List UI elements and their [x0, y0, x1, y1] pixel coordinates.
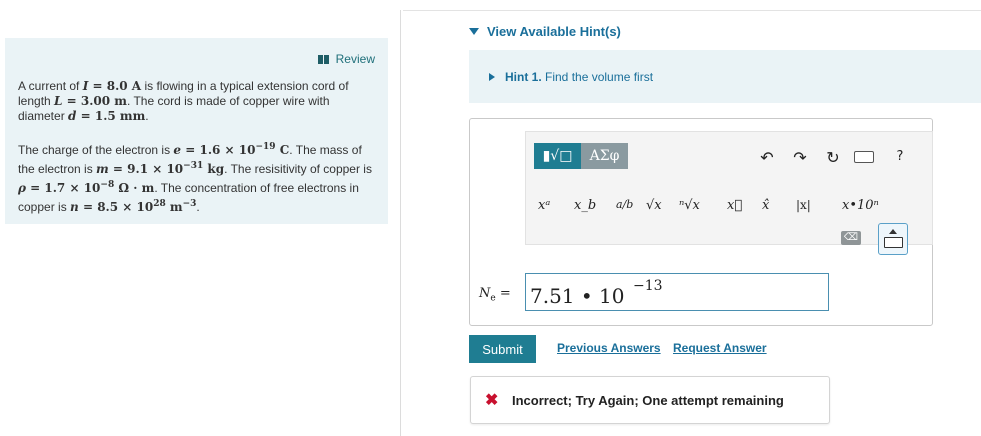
- keyboard-shortcuts-icon[interactable]: [854, 151, 874, 163]
- feedback-box: ✖ Incorrect; Try Again; One attempt rema…: [470, 376, 830, 424]
- subscript-template-button[interactable]: x_b: [574, 198, 596, 213]
- undo-icon[interactable]: ↶: [758, 148, 776, 167]
- equals: =: [62, 94, 81, 108]
- book-icon: [317, 54, 330, 64]
- concentration-exponent: 28: [153, 199, 166, 209]
- caret-up-icon: [889, 229, 897, 234]
- submit-button[interactable]: Submit: [469, 335, 536, 363]
- nth-root-template-button[interactable]: ⁿ√x: [679, 198, 700, 213]
- hint-panel: Hint 1. Find the volume first: [469, 50, 981, 103]
- mass-mantissa: 9.1 × 10: [127, 162, 184, 176]
- equals: =: [88, 79, 107, 93]
- equals: =: [78, 200, 98, 214]
- answer-equals: =: [495, 286, 511, 301]
- answer-label: Ne =: [479, 286, 511, 304]
- templates-button[interactable]: ▮√□: [534, 143, 581, 169]
- answer-value: 7.51 • 10: [530, 284, 625, 308]
- answer-input[interactable]: 7.51 • 10 −13: [525, 273, 829, 311]
- text: . The resisitivity of copper is: [224, 162, 372, 176]
- review-link[interactable]: Review: [317, 52, 375, 66]
- concentration-symbol: n: [70, 200, 79, 214]
- view-hints-label: View Available Hint(s): [487, 24, 621, 39]
- problem-paragraph-2: The charge of the electron is e = 1.6 × …: [18, 139, 378, 215]
- top-divider: [403, 10, 981, 11]
- help-button[interactable]: ?: [891, 149, 909, 164]
- hint-1-text: Find the volume first: [545, 70, 654, 84]
- text: .: [196, 200, 200, 214]
- resistivity-unit: Ω · m: [114, 181, 155, 195]
- view-hints-toggle[interactable]: View Available Hint(s): [469, 24, 621, 39]
- caret-right-icon: [489, 73, 495, 81]
- concentration-unit: m: [165, 200, 183, 214]
- equals: =: [76, 109, 95, 123]
- concentration-mantissa: 8.5 × 10: [97, 200, 154, 214]
- text: .: [145, 109, 149, 123]
- keyboard-icon: [884, 237, 903, 248]
- problem-paragraph-1: A current of I = 8.0 A is flowing in a t…: [18, 79, 378, 124]
- incorrect-icon: ✖: [485, 392, 499, 409]
- mass-unit: kg: [203, 162, 225, 176]
- charge-exponent: −19: [255, 142, 276, 152]
- answer-exponent: −13: [633, 278, 663, 294]
- problem-panel: Review A current of I = 8.0 A is flowing…: [5, 38, 388, 224]
- current-value: 8.0 A: [106, 79, 142, 93]
- equals: =: [181, 143, 200, 157]
- review-label: Review: [335, 52, 375, 66]
- scientific-notation-template-button[interactable]: x•10ⁿ: [842, 198, 879, 213]
- equals: =: [25, 181, 45, 195]
- equals: =: [108, 162, 128, 176]
- vector-template-button[interactable]: x⃗: [727, 198, 742, 213]
- diameter-value: 1.5 mm: [94, 109, 146, 123]
- resistivity-exponent: −8: [100, 180, 115, 190]
- length-value: 3.00 m: [80, 94, 127, 108]
- answer-symbol: N: [479, 286, 491, 301]
- fraction-template-button[interactable]: a/b: [616, 198, 633, 211]
- concentration-unit-exponent: −3: [182, 199, 197, 209]
- charge-mantissa: 1.6 × 10: [199, 143, 256, 157]
- unit-vector-template-button[interactable]: x̂: [762, 198, 769, 213]
- text: A current of: [18, 79, 83, 93]
- backspace-button[interactable]: ⌫: [841, 231, 861, 245]
- resistivity-symbol: ρ: [18, 181, 26, 195]
- sqrt-template-button[interactable]: √x: [646, 198, 662, 213]
- keyboard-toggle-button[interactable]: [878, 223, 908, 255]
- answer-box: ▮√□ ΑΣφ ↶ ↷ ↻ ? xᵃ x_b a/b √x ⁿ√x x⃗ x̂ …: [469, 118, 933, 326]
- request-answer-link[interactable]: Request Answer: [673, 341, 767, 355]
- abs-template-button[interactable]: |x|: [796, 198, 811, 212]
- previous-answers-link[interactable]: Previous Answers: [557, 341, 661, 355]
- mass-exponent: −31: [183, 161, 204, 171]
- greek-symbols-button[interactable]: ΑΣφ: [581, 143, 628, 169]
- hint-1-prefix: Hint 1.: [505, 70, 542, 84]
- reset-icon[interactable]: ↻: [824, 148, 842, 167]
- charge-unit: C: [275, 143, 290, 157]
- column-divider: [400, 10, 401, 436]
- equation-toolbar: ▮√□ ΑΣφ ↶ ↷ ↻ ? xᵃ x_b a/b √x ⁿ√x x⃗ x̂ …: [525, 131, 933, 245]
- mass-symbol: m: [96, 162, 109, 176]
- text: The charge of the electron is: [18, 143, 174, 157]
- power-template-button[interactable]: xᵃ: [538, 198, 550, 213]
- redo-icon[interactable]: ↷: [791, 148, 809, 167]
- feedback-text: Incorrect; Try Again; One attempt remain…: [512, 393, 784, 408]
- hint-1[interactable]: Hint 1. Find the volume first: [489, 70, 653, 84]
- caret-down-icon: [469, 28, 479, 35]
- charge-symbol: e: [173, 143, 182, 157]
- resistivity-mantissa: 1.7 × 10: [44, 181, 101, 195]
